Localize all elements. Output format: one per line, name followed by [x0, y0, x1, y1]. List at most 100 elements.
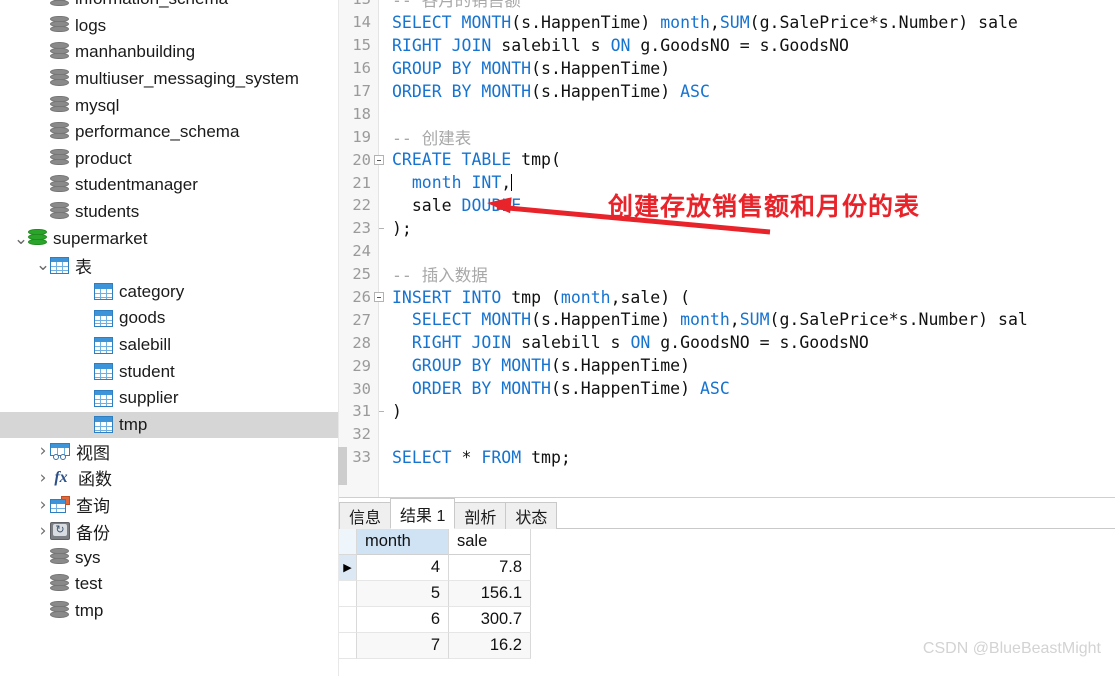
grid-row[interactable]: ▶ 4 7.8	[339, 555, 1115, 581]
tree-item[interactable]: studentmanager	[0, 172, 338, 199]
tree-item[interactable]: test	[0, 571, 338, 598]
grid-row[interactable]: 5 156.1	[339, 581, 1115, 607]
tree-item-label: 查询	[76, 497, 110, 517]
chevron-down-icon[interactable]: ⌄	[14, 226, 28, 252]
grid-cell[interactable]: 5	[357, 581, 449, 607]
tree-item[interactable]: › ↻ 备份	[0, 518, 338, 545]
line-number: 17	[352, 82, 371, 100]
object-tree-sidebar[interactable]: information_schema logs manhanbuilding m…	[0, 0, 338, 676]
result-tab[interactable]: 剖析	[454, 502, 507, 529]
code-line[interactable]: 30 ORDER BY MONTH(s.HappenTime) ASC	[339, 377, 1115, 400]
tree-item[interactable]: logs	[0, 13, 338, 40]
grid-column-header[interactable]: sale	[449, 529, 531, 555]
tree-twisty-placeholder	[80, 359, 94, 385]
grid-cell[interactable]: 16.2	[449, 633, 531, 659]
chevron-right-icon[interactable]: ›	[36, 518, 50, 544]
code-line[interactable]: 33 SELECT * FROM tmp;	[339, 446, 1115, 469]
tree-item[interactable]: ⌄ supermarket	[0, 225, 338, 252]
row-selector-cell[interactable]	[339, 581, 357, 607]
line-number: 18	[352, 104, 371, 123]
row-current-indicator[interactable]: ▶	[339, 555, 357, 581]
code-line[interactable]: 14 SELECT MONTH(s.HappenTime) month,SUM(g…	[339, 11, 1115, 34]
code-line[interactable]: 15 RIGHT JOIN salebill s ON g.GoodsNO = s…	[339, 34, 1115, 57]
tree-item-label: manhanbuilding	[75, 42, 196, 62]
code-line[interactable]: 17 ORDER BY MONTH(s.HappenTime) ASC	[339, 80, 1115, 103]
grid-cell[interactable]: 7.8	[449, 555, 531, 581]
line-number: 15	[352, 36, 371, 55]
code-text: ORDER BY MONTH(s.HappenTime) ASC	[411, 379, 730, 399]
code-line[interactable]: 28 RIGHT JOIN salebill s ON g.GoodsNO = …	[339, 331, 1115, 354]
code-line[interactable]: 26 INSERT INTO tmp (month,sale) (	[339, 286, 1115, 309]
result-tab[interactable]: 结果 1	[390, 498, 456, 529]
code-line[interactable]: 20 CREATE TABLE tmp(	[339, 148, 1115, 171]
line-number: 23	[352, 219, 371, 238]
row-selector-cell[interactable]	[339, 607, 357, 633]
code-line[interactable]: 24	[339, 240, 1115, 263]
grid-cell[interactable]: 4	[357, 555, 449, 581]
line-number: 27	[352, 310, 371, 329]
tree-item[interactable]: › fx 函数	[0, 465, 338, 492]
grid-row[interactable]: 6 300.7	[339, 607, 1115, 633]
grid-cell[interactable]: 6	[357, 607, 449, 633]
database-tree[interactable]: information_schema logs manhanbuilding m…	[0, 0, 338, 624]
query-icon	[50, 495, 70, 514]
tree-item[interactable]: information_schema	[0, 0, 338, 13]
tree-item[interactable]: category	[0, 279, 338, 306]
code-line[interactable]: 16 GROUP BY MONTH(s.HappenTime)	[339, 57, 1115, 80]
line-number: 16	[352, 59, 371, 78]
grid-cell[interactable]: 156.1	[449, 581, 531, 607]
tree-item[interactable]: › 查询	[0, 491, 338, 518]
line-number: 26	[352, 288, 371, 307]
code-line[interactable]: 18	[339, 102, 1115, 125]
tree-item[interactable]: supplier	[0, 385, 338, 412]
chevron-right-icon[interactable]: ›	[36, 438, 50, 464]
code-line[interactable]: 13 -- 各月的销售额	[339, 0, 1115, 11]
table-icon	[94, 336, 113, 354]
result-tab[interactable]: 信息	[339, 502, 392, 529]
fold-collapse-box[interactable]	[372, 292, 386, 303]
tree-item[interactable]: product	[0, 146, 338, 173]
tree-twisty-placeholder	[36, 93, 50, 119]
database-icon	[50, 175, 69, 195]
tree-item[interactable]: tmp	[0, 598, 338, 625]
tree-item[interactable]: performance_schema	[0, 119, 338, 146]
chevron-down-icon[interactable]: ⌄	[36, 252, 50, 278]
tree-item[interactable]: student	[0, 358, 338, 385]
tree-item[interactable]: manhanbuilding	[0, 39, 338, 66]
chevron-right-icon[interactable]: ›	[36, 465, 50, 491]
sql-code-editor[interactable]: 13 -- 各月的销售额 14 SELECT MONTH(s.HappenTime) …	[339, 0, 1115, 497]
tree-item[interactable]: mysql	[0, 92, 338, 119]
code-line[interactable]: 27 SELECT MONTH(s.HappenTime) month,SUM(…	[339, 308, 1115, 331]
code-text: month INT,	[411, 173, 513, 193]
result-tab[interactable]: 状态	[505, 502, 558, 529]
grid-cell[interactable]: 7	[357, 633, 449, 659]
tree-item[interactable]: goods	[0, 305, 338, 332]
code-text: )	[392, 401, 402, 421]
result-tabstrip[interactable]: 信息 结果 1 剖析 状态	[339, 498, 1115, 529]
code-line[interactable]: 31)	[339, 400, 1115, 423]
code-lines[interactable]: 13 -- 各月的销售额 14 SELECT MONTH(s.HappenTime) …	[339, 0, 1115, 469]
tree-item[interactable]: sys	[0, 544, 338, 571]
code-line[interactable]: 25 -- 插入数据	[339, 263, 1115, 286]
grid-cell[interactable]: 300.7	[449, 607, 531, 633]
line-number: 13	[339, 0, 372, 8]
chevron-right-icon[interactable]: ›	[36, 492, 50, 518]
editor-vertical-scrollbar-thumb[interactable]	[338, 447, 347, 485]
line-number: 28	[352, 333, 371, 352]
code-line[interactable]: 29 GROUP BY MONTH(s.HappenTime)	[339, 354, 1115, 377]
code-line[interactable]: 32	[339, 423, 1115, 446]
watermark-label: CSDN @BlueBeastMight	[922, 640, 1101, 657]
grid-column-header[interactable]: month	[357, 529, 449, 555]
tree-item-label: performance_schema	[75, 122, 240, 142]
fold-collapse-box[interactable]	[372, 154, 386, 165]
tree-item[interactable]: students	[0, 199, 338, 226]
tree-item[interactable]: tmp	[0, 411, 338, 439]
code-line[interactable]: 19 -- 创建表	[339, 125, 1115, 148]
tree-item[interactable]: ⌄ 表	[0, 252, 338, 279]
tree-item[interactable]: salebill	[0, 332, 338, 359]
row-selector-cell[interactable]	[339, 633, 357, 659]
tree-twisty-placeholder	[36, 146, 50, 172]
database-icon	[50, 15, 69, 36]
tree-item[interactable]: multiuser_messaging_system	[0, 66, 338, 93]
tree-item[interactable]: › 视图	[0, 438, 338, 465]
